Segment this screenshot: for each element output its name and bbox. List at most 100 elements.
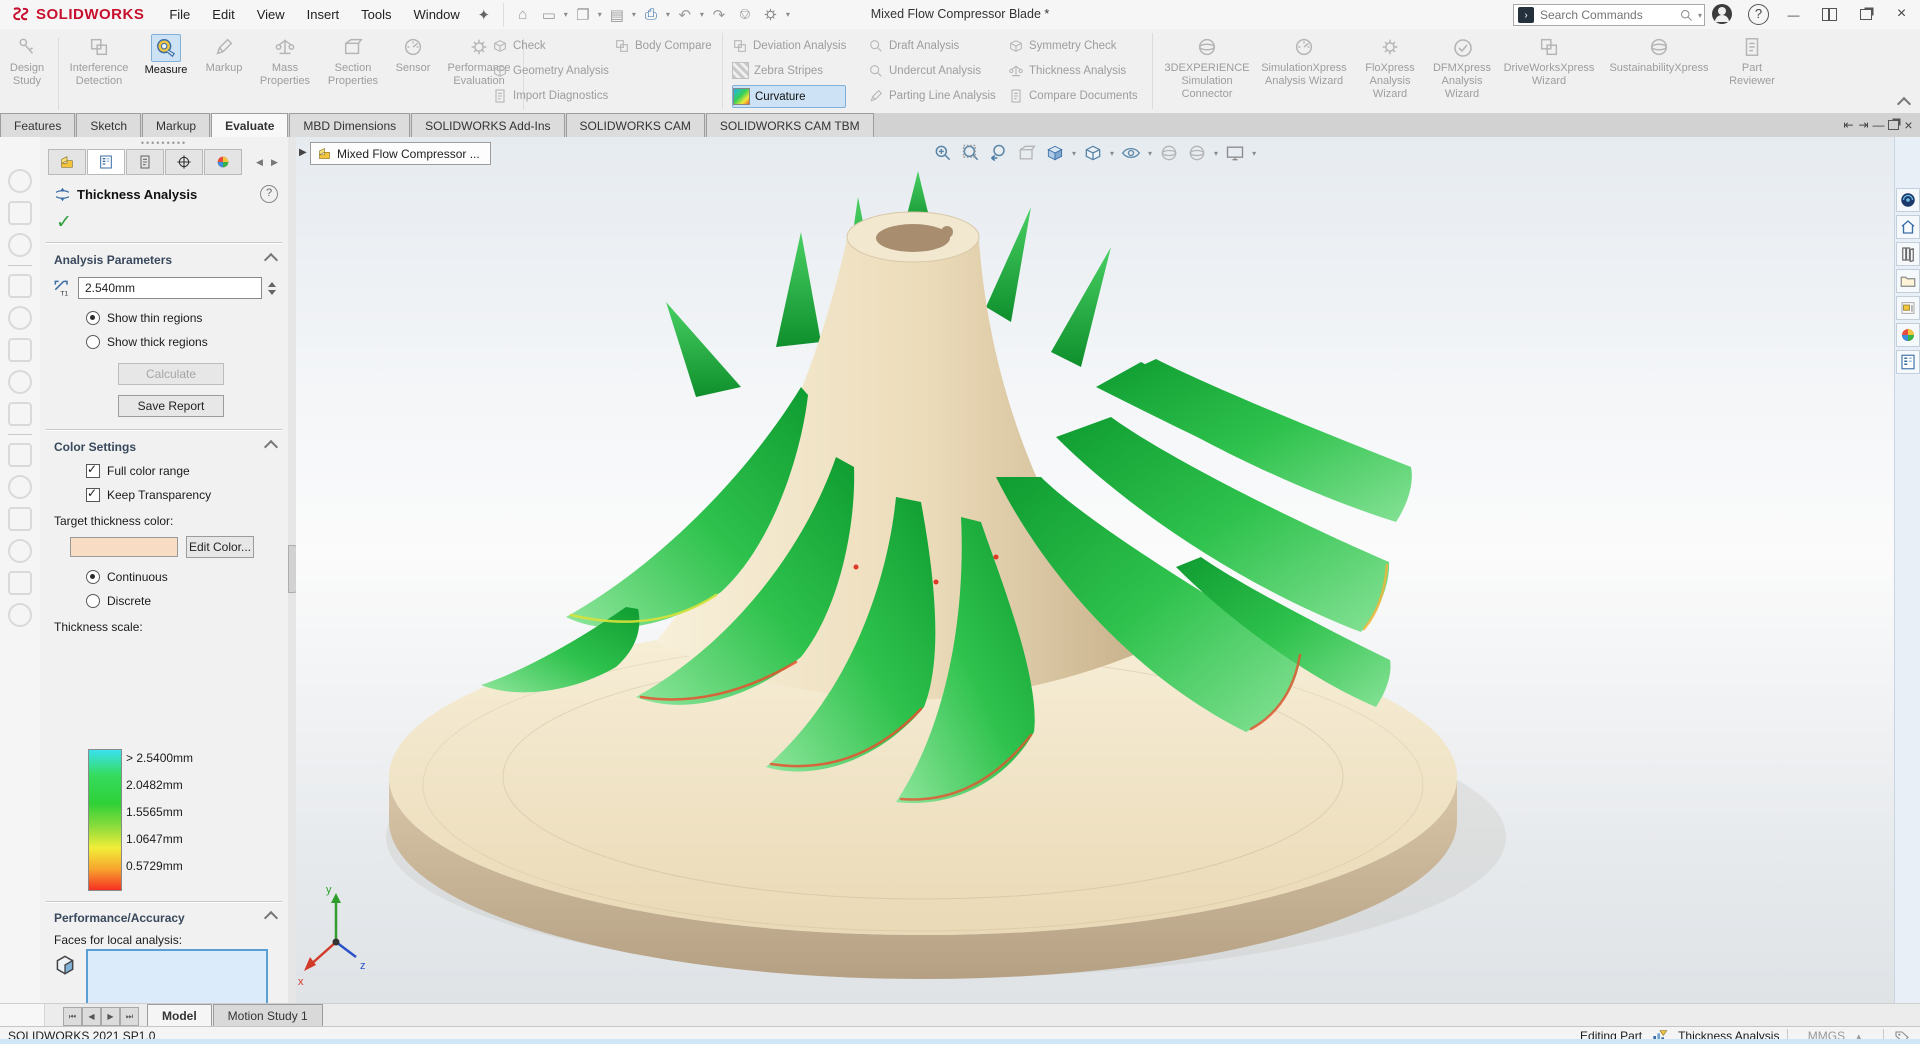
feature-tool-icon[interactable] [8, 306, 32, 330]
tab-scroll-right-icon[interactable]: ▶ [101, 1007, 120, 1026]
configurationmanager-tab[interactable] [126, 149, 164, 175]
custom-properties-icon[interactable] [1896, 350, 1920, 374]
dimxpertmanager-tab[interactable] [165, 149, 203, 175]
menu-insert[interactable]: Insert [296, 0, 351, 29]
ribbon-item-compare-documents[interactable]: Compare Documents [1008, 85, 1138, 106]
ribbon-button-simulationxpress[interactable]: SimulationXpress Analysis Wizard [1254, 32, 1354, 114]
calculate-button[interactable]: Calculate [118, 363, 224, 385]
dropdown-arrow[interactable]: ▾ [700, 10, 704, 19]
new-document-icon[interactable]: ▭ [536, 4, 562, 26]
home-icon[interactable]: ⌂ [510, 4, 536, 26]
3dexperience-marketplace-icon[interactable] [1896, 188, 1920, 212]
feature-tool-icon[interactable] [8, 507, 32, 531]
menu-view[interactable]: View [246, 0, 296, 29]
panel-drag-grip[interactable]: ••••••••• [40, 137, 288, 148]
restore-window-icon[interactable] [1858, 7, 1873, 22]
ribbon-button-dfmxpress[interactable]: DFMXpress Analysis Wizard [1426, 32, 1498, 114]
tab-markup[interactable]: Markup [142, 113, 211, 137]
zoom-area-icon[interactable] [958, 141, 984, 165]
previous-view-icon[interactable] [986, 141, 1012, 165]
open-document-icon[interactable]: ❐ [570, 4, 596, 26]
save-icon[interactable]: ▤ [604, 4, 630, 26]
radio-show-thick-regions[interactable]: Show thick regions [40, 325, 288, 349]
pane-left-icon[interactable]: ⇤ [1841, 117, 1856, 132]
ribbon-item-zebra-stripes[interactable]: Zebra Stripes [732, 60, 846, 81]
ribbon-button-sustainabilityxpress[interactable]: SustainabilityXpress [1600, 32, 1718, 114]
radio-discrete[interactable]: Discrete [40, 584, 288, 608]
radio-show-thin-regions[interactable]: Show thin regions [40, 299, 288, 325]
tab-scroll-first-icon[interactable]: ⏮ [63, 1007, 82, 1026]
collapse-section-icon[interactable] [263, 910, 279, 926]
user-account-icon[interactable] [1712, 4, 1732, 24]
print-icon[interactable]: ⎙ [638, 4, 664, 26]
undo-icon[interactable]: ↶ [672, 4, 698, 26]
section-view-icon[interactable] [1014, 141, 1040, 165]
ribbon-button-3dexperience-simulation[interactable]: 3DEXPERIENCE Simulation Connector [1160, 32, 1254, 114]
restore-document-icon[interactable] [1886, 117, 1901, 132]
ribbon-item-parting-line-analysis[interactable]: Parting Line Analysis [868, 85, 996, 106]
panel-tab-scroll-left-icon[interactable]: ◀ [252, 155, 267, 170]
dropdown-arrow[interactable]: ▾ [1148, 149, 1152, 158]
dropdown-arrow[interactable]: ▾ [1214, 149, 1218, 158]
search-dropdown-arrow[interactable]: ▾ [1698, 11, 1702, 20]
radio-continuous[interactable]: Continuous [40, 558, 288, 584]
motion-study-tab[interactable]: Motion Study 1 [212, 1004, 323, 1027]
graphics-viewport[interactable]: y x z ▶ Mixed Flow Compressor ... ▾ ▾ ▾ … [296, 137, 1894, 1003]
menu-window[interactable]: Window [403, 0, 471, 29]
minimize-window-icon[interactable]: — [1786, 7, 1801, 22]
checkbox-full-color-range[interactable]: Full color range [40, 454, 288, 478]
redo-icon[interactable]: ↷ [706, 4, 732, 26]
thickness-spinner[interactable] [268, 281, 276, 295]
design-library-icon[interactable] [1896, 242, 1920, 266]
close-document-icon[interactable]: × [1901, 117, 1916, 133]
view-orientation-icon[interactable] [1042, 141, 1068, 165]
feature-tool-icon[interactable] [8, 169, 32, 193]
dropdown-arrow[interactable]: ▾ [786, 10, 790, 19]
checkbox-keep-transparency[interactable]: Keep Transparency [40, 478, 288, 502]
view-palette-icon[interactable] [1896, 296, 1920, 320]
dropdown-arrow[interactable]: ▾ [632, 10, 636, 19]
model-tab[interactable]: Model [147, 1004, 212, 1027]
featuremanager-tab[interactable] [48, 149, 86, 175]
confirm-check-icon[interactable]: ✓ [40, 203, 288, 234]
dropdown-arrow[interactable]: ▾ [666, 10, 670, 19]
pin-menu-icon[interactable]: ✦ [471, 4, 497, 26]
performance-accuracy-header[interactable]: Performance/Accuracy [54, 911, 185, 925]
tab-scroll-last-icon[interactable]: ⏭ [120, 1007, 139, 1026]
tab-solidworks-cam[interactable]: SOLIDWORKS CAM [565, 113, 705, 137]
apply-scene-icon[interactable] [1184, 141, 1210, 165]
tab-evaluate[interactable]: Evaluate [211, 113, 289, 137]
ribbon-button-interference-detection[interactable]: Interference Detection [63, 32, 135, 114]
propertymanager-tab[interactable] [87, 149, 125, 175]
rebuild-icon[interactable]: ⎊ [732, 4, 758, 26]
ribbon-item-geometry-analysis[interactable]: Geometry Analysis [492, 60, 609, 81]
ribbon-button-part-reviewer[interactable]: Part Reviewer [1718, 32, 1786, 114]
panel-help-icon[interactable]: ? [260, 185, 278, 203]
ribbon-button-floxpress[interactable]: FloXpress Analysis Wizard [1354, 32, 1426, 114]
ribbon-item-undercut-analysis[interactable]: Undercut Analysis [868, 60, 996, 81]
dropdown-arrow[interactable]: ▾ [598, 10, 602, 19]
feature-tool-icon[interactable] [8, 274, 32, 298]
feature-tool-icon[interactable] [8, 338, 32, 362]
home-pane-icon[interactable] [1896, 215, 1920, 239]
ribbon-button-sensor[interactable]: Sensor [387, 32, 439, 114]
ribbon-item-curvature[interactable]: Curvature [732, 85, 847, 108]
dropdown-arrow[interactable]: ▾ [1072, 149, 1076, 158]
feature-tool-icon[interactable] [8, 443, 32, 467]
tab-scroll-left-icon[interactable]: ◀ [82, 1007, 101, 1026]
feature-tool-icon[interactable] [8, 571, 32, 595]
displaymanager-tab[interactable] [204, 149, 242, 175]
document-tab[interactable]: Mixed Flow Compressor ... [310, 142, 491, 165]
feature-tool-icon[interactable] [8, 603, 32, 627]
view-settings-icon[interactable] [1222, 141, 1248, 165]
tab-solidworks-cam-tbm[interactable]: SOLIDWORKS CAM TBM [705, 113, 874, 137]
ribbon-button-measure[interactable]: Measure [135, 32, 197, 114]
ribbon-button-section-properties[interactable]: Section Properties [319, 32, 387, 114]
analysis-parameters-header[interactable]: Analysis Parameters [54, 253, 172, 267]
tab-sketch[interactable]: Sketch [76, 113, 142, 137]
ribbon-item-import-diagnostics[interactable]: Import Diagnostics [492, 85, 609, 106]
feature-tool-icon[interactable] [8, 233, 32, 257]
dropdown-arrow[interactable]: ▾ [1110, 149, 1114, 158]
feature-tool-icon[interactable] [8, 475, 32, 499]
feature-tool-icon[interactable] [8, 539, 32, 563]
